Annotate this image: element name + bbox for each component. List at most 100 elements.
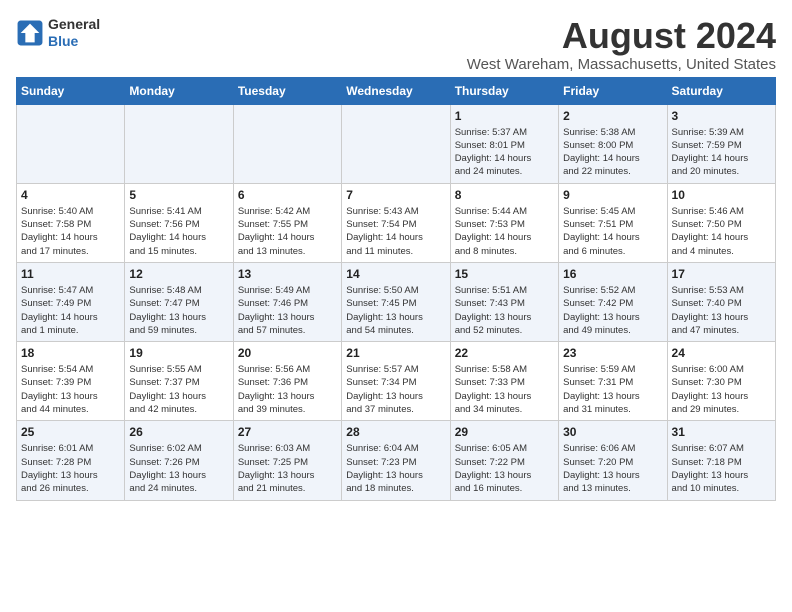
day-header-saturday: Saturday bbox=[667, 77, 775, 104]
days-row: SundayMondayTuesdayWednesdayThursdayFrid… bbox=[17, 77, 776, 104]
calendar-cell: 8 Sunrise: 5:44 AM Sunset: 7:53 PM Daylig… bbox=[450, 183, 558, 262]
calendar-cell: 28Sunrise: 6:04 AM Sunset: 7:23 PM Dayli… bbox=[342, 421, 450, 500]
calendar-cell: 12 Sunrise: 5:48 AM Sunset: 7:47 PM Dayli… bbox=[125, 262, 233, 341]
day-number: 19 bbox=[129, 346, 228, 360]
day-detail: Sunrise: 5:48 AM Sunset: 7:47 PM Dayligh… bbox=[129, 284, 228, 337]
day-detail: Sunrise: 5:42 AM Sunset: 7:55 PM Dayligh… bbox=[238, 205, 337, 258]
calendar-cell: 16 Sunrise: 5:52 AM Sunset: 7:42 PM Dayli… bbox=[559, 262, 667, 341]
calendar-cell: 7 Sunrise: 5:43 AM Sunset: 7:54 PM Daylig… bbox=[342, 183, 450, 262]
day-detail: Sunrise: 5:55 AM Sunset: 7:37 PM Dayligh… bbox=[129, 363, 228, 416]
calendar-cell: 19 Sunrise: 5:55 AM Sunset: 7:37 PM Dayli… bbox=[125, 342, 233, 421]
calendar-cell: 29 Sunrise: 6:05 AM Sunset: 7:22 PM Dayli… bbox=[450, 421, 558, 500]
calendar-cell: 6 Sunrise: 5:42 AM Sunset: 7:55 PM Daylig… bbox=[233, 183, 341, 262]
day-detail: Sunrise: 5:38 AM Sunset: 8:00 PM Dayligh… bbox=[563, 126, 662, 179]
logo: General Blue bbox=[16, 16, 100, 50]
day-detail: Sunrise: 5:57 AM Sunset: 7:34 PM Dayligh… bbox=[346, 363, 445, 416]
calendar-cell bbox=[342, 104, 450, 183]
calendar-table: SundayMondayTuesdayWednesdayThursdayFrid… bbox=[16, 77, 776, 501]
calendar-cell: 25 Sunrise: 6:01 AM Sunset: 7:28 PM Dayli… bbox=[17, 421, 125, 500]
calendar-cell: 11 Sunrise: 5:47 AM Sunset: 7:49 PM Dayli… bbox=[17, 262, 125, 341]
day-number: 18 bbox=[21, 346, 120, 360]
day-header-monday: Monday bbox=[125, 77, 233, 104]
day-header-tuesday: Tuesday bbox=[233, 77, 341, 104]
title-block: August 2024 West Wareham, Massachusetts,… bbox=[467, 16, 776, 73]
day-detail: Sunrise: 6:04 AM Sunset: 7:23 PM Dayligh… bbox=[346, 442, 445, 495]
calendar-cell bbox=[17, 104, 125, 183]
day-number: 16 bbox=[563, 267, 662, 281]
day-detail: Sunrise: 5:50 AM Sunset: 7:45 PM Dayligh… bbox=[346, 284, 445, 337]
day-detail: Sunrise: 5:45 AM Sunset: 7:51 PM Dayligh… bbox=[563, 205, 662, 258]
day-detail: Sunrise: 5:43 AM Sunset: 7:54 PM Dayligh… bbox=[346, 205, 445, 258]
day-number: 6 bbox=[238, 188, 337, 202]
day-header-friday: Friday bbox=[559, 77, 667, 104]
day-number: 3 bbox=[672, 109, 771, 123]
day-detail: Sunrise: 5:41 AM Sunset: 7:56 PM Dayligh… bbox=[129, 205, 228, 258]
day-detail: Sunrise: 5:54 AM Sunset: 7:39 PM Dayligh… bbox=[21, 363, 120, 416]
day-header-wednesday: Wednesday bbox=[342, 77, 450, 104]
day-number: 23 bbox=[563, 346, 662, 360]
day-number: 1 bbox=[455, 109, 554, 123]
page-subtitle: West Wareham, Massachusetts, United Stat… bbox=[467, 56, 776, 73]
day-detail: Sunrise: 6:01 AM Sunset: 7:28 PM Dayligh… bbox=[21, 442, 120, 495]
day-number: 22 bbox=[455, 346, 554, 360]
calendar-cell: 26Sunrise: 6:02 AM Sunset: 7:26 PM Dayli… bbox=[125, 421, 233, 500]
day-number: 31 bbox=[672, 425, 771, 439]
calendar-cell: 14 Sunrise: 5:50 AM Sunset: 7:45 PM Dayli… bbox=[342, 262, 450, 341]
day-detail: Sunrise: 5:44 AM Sunset: 7:53 PM Dayligh… bbox=[455, 205, 554, 258]
calendar-cell: 2 Sunrise: 5:38 AM Sunset: 8:00 PM Daylig… bbox=[559, 104, 667, 183]
day-detail: Sunrise: 6:03 AM Sunset: 7:25 PM Dayligh… bbox=[238, 442, 337, 495]
calendar-body: 1 Sunrise: 5:37 AM Sunset: 8:01 PM Daylig… bbox=[17, 104, 776, 500]
calendar-cell: 13Sunrise: 5:49 AM Sunset: 7:46 PM Dayli… bbox=[233, 262, 341, 341]
day-number: 12 bbox=[129, 267, 228, 281]
day-detail: Sunrise: 6:02 AM Sunset: 7:26 PM Dayligh… bbox=[129, 442, 228, 495]
calendar-cell bbox=[233, 104, 341, 183]
calendar-cell: 5 Sunrise: 5:41 AM Sunset: 7:56 PM Daylig… bbox=[125, 183, 233, 262]
day-number: 24 bbox=[672, 346, 771, 360]
day-number: 9 bbox=[563, 188, 662, 202]
calendar-cell: 23Sunrise: 5:59 AM Sunset: 7:31 PM Dayli… bbox=[559, 342, 667, 421]
calendar-cell: 9 Sunrise: 5:45 AM Sunset: 7:51 PM Daylig… bbox=[559, 183, 667, 262]
day-detail: Sunrise: 5:58 AM Sunset: 7:33 PM Dayligh… bbox=[455, 363, 554, 416]
calendar-cell: 31Sunrise: 6:07 AM Sunset: 7:18 PM Dayli… bbox=[667, 421, 775, 500]
calendar-cell: 21Sunrise: 5:57 AM Sunset: 7:34 PM Dayli… bbox=[342, 342, 450, 421]
day-number: 29 bbox=[455, 425, 554, 439]
week-row-4: 18 Sunrise: 5:54 AM Sunset: 7:39 PM Dayli… bbox=[17, 342, 776, 421]
calendar-cell: 27 Sunrise: 6:03 AM Sunset: 7:25 PM Dayli… bbox=[233, 421, 341, 500]
calendar-cell: 3Sunrise: 5:39 AM Sunset: 7:59 PM Daylig… bbox=[667, 104, 775, 183]
day-number: 27 bbox=[238, 425, 337, 439]
week-row-1: 1 Sunrise: 5:37 AM Sunset: 8:01 PM Daylig… bbox=[17, 104, 776, 183]
day-detail: Sunrise: 6:06 AM Sunset: 7:20 PM Dayligh… bbox=[563, 442, 662, 495]
logo-line2: Blue bbox=[48, 33, 100, 50]
calendar-cell: 10 Sunrise: 5:46 AM Sunset: 7:50 PM Dayli… bbox=[667, 183, 775, 262]
day-detail: Sunrise: 5:49 AM Sunset: 7:46 PM Dayligh… bbox=[238, 284, 337, 337]
calendar-cell: 15Sunrise: 5:51 AM Sunset: 7:43 PM Dayli… bbox=[450, 262, 558, 341]
day-number: 5 bbox=[129, 188, 228, 202]
day-number: 7 bbox=[346, 188, 445, 202]
day-number: 4 bbox=[21, 188, 120, 202]
day-number: 2 bbox=[563, 109, 662, 123]
day-detail: Sunrise: 5:46 AM Sunset: 7:50 PM Dayligh… bbox=[672, 205, 771, 258]
week-row-5: 25 Sunrise: 6:01 AM Sunset: 7:28 PM Dayli… bbox=[17, 421, 776, 500]
calendar-cell: 4Sunrise: 5:40 AM Sunset: 7:58 PM Daylig… bbox=[17, 183, 125, 262]
calendar-cell: 24 Sunrise: 6:00 AM Sunset: 7:30 PM Dayli… bbox=[667, 342, 775, 421]
logo-icon bbox=[16, 19, 44, 47]
day-detail: Sunrise: 5:53 AM Sunset: 7:40 PM Dayligh… bbox=[672, 284, 771, 337]
day-detail: Sunrise: 5:52 AM Sunset: 7:42 PM Dayligh… bbox=[563, 284, 662, 337]
day-number: 14 bbox=[346, 267, 445, 281]
day-detail: Sunrise: 5:37 AM Sunset: 8:01 PM Dayligh… bbox=[455, 126, 554, 179]
calendar-cell: 30Sunrise: 6:06 AM Sunset: 7:20 PM Dayli… bbox=[559, 421, 667, 500]
week-row-3: 11 Sunrise: 5:47 AM Sunset: 7:49 PM Dayli… bbox=[17, 262, 776, 341]
calendar-cell: 17Sunrise: 5:53 AM Sunset: 7:40 PM Dayli… bbox=[667, 262, 775, 341]
day-number: 8 bbox=[455, 188, 554, 202]
logo-line1: General bbox=[48, 16, 100, 33]
day-number: 10 bbox=[672, 188, 771, 202]
day-detail: Sunrise: 5:51 AM Sunset: 7:43 PM Dayligh… bbox=[455, 284, 554, 337]
day-detail: Sunrise: 6:00 AM Sunset: 7:30 PM Dayligh… bbox=[672, 363, 771, 416]
day-detail: Sunrise: 5:47 AM Sunset: 7:49 PM Dayligh… bbox=[21, 284, 120, 337]
day-detail: Sunrise: 6:05 AM Sunset: 7:22 PM Dayligh… bbox=[455, 442, 554, 495]
day-number: 25 bbox=[21, 425, 120, 439]
day-header-sunday: Sunday bbox=[17, 77, 125, 104]
calendar-cell bbox=[125, 104, 233, 183]
day-number: 11 bbox=[21, 267, 120, 281]
calendar-cell: 22 Sunrise: 5:58 AM Sunset: 7:33 PM Dayli… bbox=[450, 342, 558, 421]
